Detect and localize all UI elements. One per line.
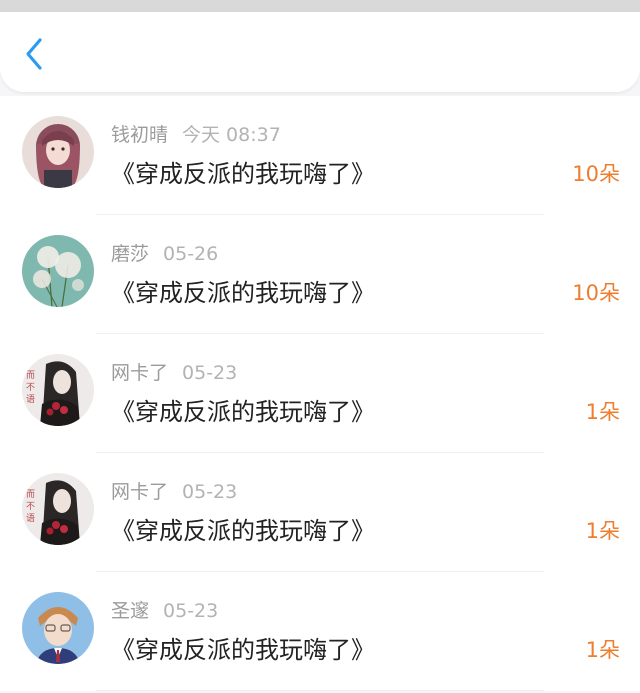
gift-list-item[interactable]: 磨莎 05-26 《穿成反派的我玩嗨了》 10朵: [0, 215, 640, 334]
gift-meta: 磨莎 05-26: [111, 239, 218, 266]
gift-amount: 10朵: [572, 281, 620, 305]
gift-time: 05-26: [163, 243, 219, 265]
user-name: 圣邃: [111, 600, 150, 622]
gift-amount: 1朵: [585, 400, 620, 424]
svg-text:不: 不: [26, 382, 35, 393]
avatar: [22, 592, 94, 664]
gift-list-item[interactable]: 圣邃 05-23 《穿成反派的我玩嗨了》 1朵: [0, 572, 640, 691]
book-title: 《穿成反派的我玩嗨了》: [111, 279, 375, 307]
user-name: 网卡了: [111, 362, 169, 384]
gift-list-item[interactable]: 钱初晴 今天 08:37 《穿成反派的我玩嗨了》 10朵: [0, 96, 640, 215]
book-title: 《穿成反派的我玩嗨了》: [111, 160, 375, 188]
svg-text:不: 不: [26, 501, 35, 512]
avatar: [22, 116, 94, 188]
gift-amount: 10朵: [572, 162, 620, 186]
avatar: [22, 235, 94, 307]
gift-list-item[interactable]: 而 不 语 网卡了 05-23 《穿成反派的我玩嗨了》 1朵: [0, 453, 640, 572]
gift-list-item[interactable]: 而 不 语 网卡了 05-23 《穿成反派的我玩嗨了》 1朵: [0, 334, 640, 453]
gift-meta: 网卡了 05-23: [111, 358, 237, 385]
status-bar: [0, 0, 640, 12]
book-title: 《穿成反派的我玩嗨了》: [111, 517, 375, 545]
header-bar: [0, 12, 640, 92]
gift-time: 05-23: [182, 481, 238, 503]
chevron-left-icon: [26, 38, 42, 70]
gift-meta: 网卡了 05-23: [111, 477, 237, 504]
gift-amount: 1朵: [585, 519, 620, 543]
gift-amount: 1朵: [585, 638, 620, 662]
gift-meta: 钱初晴 今天 08:37: [111, 120, 281, 147]
user-name: 钱初晴: [111, 124, 169, 146]
svg-text:语: 语: [26, 513, 35, 524]
gift-time: 05-23: [182, 362, 238, 384]
gift-time: 今天 08:37: [182, 124, 281, 146]
gift-meta: 圣邃 05-23: [111, 596, 218, 623]
book-title: 《穿成反派的我玩嗨了》: [111, 398, 375, 426]
svg-text:而: 而: [26, 370, 35, 381]
avatar: 而 不 语: [22, 473, 94, 545]
user-name: 磨莎: [111, 243, 150, 265]
user-name: 网卡了: [111, 481, 169, 503]
gift-time: 05-23: [163, 600, 219, 622]
book-title: 《穿成反派的我玩嗨了》: [111, 636, 375, 664]
back-button[interactable]: [16, 34, 52, 74]
svg-text:语: 语: [26, 394, 35, 405]
svg-text:而: 而: [26, 489, 35, 500]
gift-list: 钱初晴 今天 08:37 《穿成反派的我玩嗨了》 10朵 磨莎 05-26 《穿成反…: [0, 96, 640, 691]
avatar: 而 不 语: [22, 354, 94, 426]
